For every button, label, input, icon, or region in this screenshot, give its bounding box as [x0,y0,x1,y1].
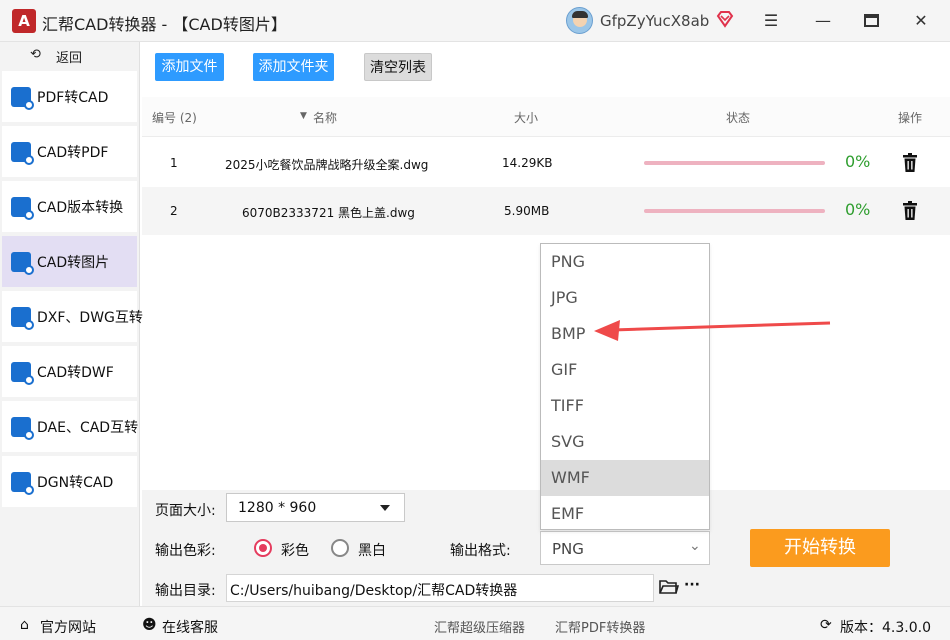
format-option-svg[interactable]: SVG [541,424,709,460]
cad-version-icon [11,197,34,220]
delete-icon[interactable] [902,201,918,221]
annotation-arrow [594,320,831,341]
color-radio[interactable] [254,539,272,557]
row-filename: 6070B2333721 黑色上盖.dwg [242,206,415,220]
row-index: 2 [170,204,178,218]
website-link[interactable]: 官方网站 [40,617,96,637]
back-label: 返回 [56,51,83,66]
support-icon[interactable]: ☻ [142,617,157,633]
col-name[interactable]: 名称 [313,109,337,126]
home-icon[interactable]: ⌂ [20,617,29,633]
pdf-to-cad-icon [11,87,34,110]
progress-percent: 0% [845,152,871,171]
col-index[interactable]: 编号 (2) [152,109,197,126]
nav-item-label: CAD转DWF [37,365,114,381]
delete-icon[interactable] [902,153,918,173]
table-row[interactable]: 1 2025小吃餐饮品牌战略升级全案.dwg 14.29KB 0% [142,139,950,187]
row-size: 14.29KB [502,156,553,170]
dxf-dwg-icon [11,307,34,330]
nav-item-dxf-dwg[interactable]: DXF、DWG互转 [2,291,143,342]
app-logo-icon: A [12,9,36,33]
color-option-label[interactable]: 彩色 [281,540,309,560]
pdf-converter-link[interactable]: 汇帮PDF转换器 [555,617,645,636]
nav-item-label: DAE、CAD互转 [37,420,139,436]
minimize-icon[interactable]: — [812,10,834,32]
color-label: 输出色彩: [155,543,216,559]
progress-bar [644,161,825,165]
nav-item-label: CAD版本转换 [37,200,124,216]
more-options-icon[interactable]: ··· [684,577,700,593]
cad-to-dwf-icon [11,362,34,385]
format-select[interactable]: PNG ⌄ [540,531,710,565]
format-option-png[interactable]: PNG [541,244,709,280]
format-option-emf[interactable]: EMF [541,496,709,532]
nav-item-dgn-to-cad[interactable]: DGN转CAD [2,456,137,507]
nav-item-cad-to-image[interactable]: CAD转图片 [2,236,137,287]
format-dropdown-list: PNG JPG BMP GIF TIFF SVG WMF EMF [540,243,710,530]
sidebar: ⟲ 返回 PDF转CAD CAD转PDF CAD版本转换 CAD转图片 DXF、… [0,42,143,606]
close-icon[interactable]: ✕ [910,10,932,32]
nav-item-pdf-to-cad[interactable]: PDF转CAD [2,71,137,122]
format-option-tiff[interactable]: TIFF [541,388,709,424]
start-convert-button[interactable]: 开始转换 [750,529,890,567]
format-value: PNG [552,540,584,558]
chevron-down-icon [380,505,390,511]
folder-icon[interactable] [659,579,679,595]
add-folder-button[interactable]: 添加文件夹 [253,53,334,81]
version-label: 版本：4.3.0.0 [840,620,931,636]
user-avatar[interactable] [566,7,593,34]
refresh-icon[interactable]: ⟳ [820,617,832,633]
nav-item-label: PDF转CAD [37,90,109,106]
row-size: 5.90MB [504,204,550,218]
nav-item-cad-to-pdf[interactable]: CAD转PDF [2,126,137,177]
row-filename: 2025小吃餐饮品牌战略升级全案.dwg [225,158,429,172]
status-bar: ⌂ 官方网站 ☻ 在线客服 汇帮超级压缩器 汇帮PDF转换器 ⟳ 版本：4.3.… [0,606,950,640]
progress-percent: 0% [845,200,871,219]
table-row[interactable]: 2 6070B2333721 黑色上盖.dwg 5.90MB 0% [142,187,950,235]
bw-option-label[interactable]: 黑白 [358,540,386,560]
table-header: 编号 (2) ▼ 名称 大小 状态 操作 [142,97,950,137]
dir-label: 输出目录: [155,583,216,599]
nav-item-label: DXF、DWG互转 [37,310,143,326]
support-link[interactable]: 在线客服 [162,617,218,637]
title-bar: A 汇帮CAD转换器 - 【CAD转图片】 GfpZyYucX8ab ☰ — ✕ [0,0,950,42]
output-dir-value: C:/Users/huibang/Desktop/汇帮CAD转换器 [230,583,518,599]
vip-diamond-icon[interactable] [716,10,734,28]
output-dir-input[interactable]: C:/Users/huibang/Desktop/汇帮CAD转换器 [226,574,654,602]
compressor-link[interactable]: 汇帮超级压缩器 [434,617,525,636]
progress-bar [644,209,825,213]
col-status: 状态 [726,111,751,125]
username[interactable]: GfpZyYucX8ab [600,12,709,30]
format-option-gif[interactable]: GIF [541,352,709,388]
nav-item-label: CAD转PDF [37,145,109,161]
page-size-select[interactable]: 1280 * 960 [226,493,405,522]
nav-item-dae-cad[interactable]: DAE、CAD互转 [2,401,139,452]
page-size-value: 1280 * 960 [238,500,317,516]
bw-radio[interactable] [331,539,349,557]
row-index: 1 [170,156,178,170]
clear-list-button[interactable]: 清空列表 [364,53,432,81]
maximize-icon[interactable] [860,10,882,32]
add-file-button[interactable]: 添加文件 [155,53,224,81]
format-label: 输出格式: [450,543,511,559]
sort-desc-icon[interactable]: ▼ [300,111,307,121]
format-option-wmf[interactable]: WMF [541,460,709,496]
window-title: 汇帮CAD转换器 - 【CAD转图片】 [42,15,287,34]
back-arrow-icon: ⟲ [30,47,41,62]
col-action: 操作 [898,111,923,125]
nav-item-label: DGN转CAD [37,475,114,491]
cad-to-image-icon [11,252,34,275]
format-option-jpg[interactable]: JPG [541,280,709,316]
cad-to-pdf-icon [11,142,34,165]
dgn-to-cad-icon [11,472,34,495]
nav-item-label: CAD转图片 [37,255,110,271]
back-button[interactable]: ⟲ 返回 [0,42,140,68]
page-size-label: 页面大小: [155,503,216,519]
nav-item-cad-version[interactable]: CAD版本转换 [2,181,137,232]
menu-icon[interactable]: ☰ [760,10,782,32]
chevron-down-icon: ⌄ [689,538,701,554]
col-size[interactable]: 大小 [514,109,538,126]
nav-item-cad-to-dwf[interactable]: CAD转DWF [2,346,137,397]
dae-cad-icon [11,417,34,440]
